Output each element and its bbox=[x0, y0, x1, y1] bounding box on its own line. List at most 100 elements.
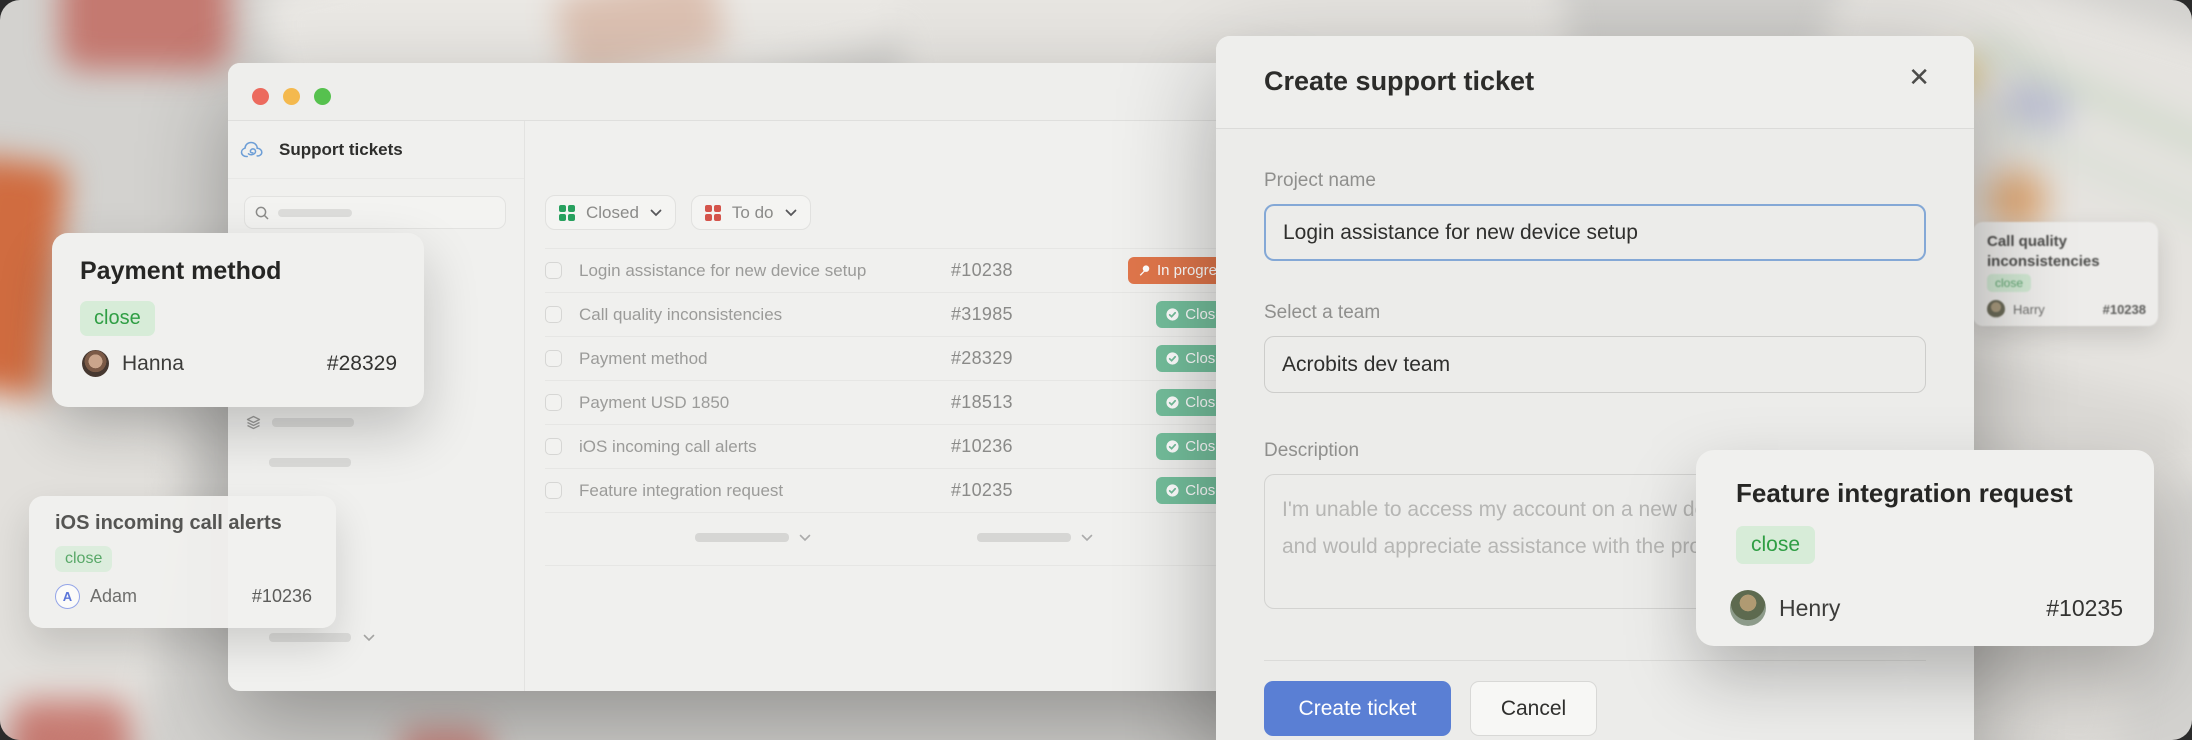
app-header: Support tickets bbox=[228, 121, 524, 179]
row-checkbox[interactable] bbox=[545, 482, 562, 499]
create-ticket-button[interactable]: Create ticket bbox=[1264, 681, 1451, 736]
page-select[interactable] bbox=[977, 533, 1093, 542]
card-footer: Hanna #28329 bbox=[82, 350, 397, 377]
ticket-card-call-quality: Call quality inconsistencies close Harry… bbox=[1973, 222, 2158, 326]
modal-footer: Create ticket Cancel bbox=[1216, 661, 1974, 736]
page-title: Support tickets bbox=[279, 140, 403, 160]
row-checkbox[interactable] bbox=[545, 262, 562, 279]
window-titlebar bbox=[228, 63, 1292, 121]
minimize-window-button[interactable] bbox=[283, 88, 300, 105]
check-circle-icon bbox=[1166, 352, 1179, 365]
ticket-id: #10236 bbox=[252, 586, 312, 607]
pin-icon bbox=[1138, 264, 1151, 277]
ticket-title: Payment USD 1850 bbox=[579, 393, 951, 413]
card-title: Feature integration request bbox=[1736, 478, 2073, 509]
table-row[interactable]: Feature integration request #10235 Close… bbox=[545, 468, 1242, 512]
row-checkbox[interactable] bbox=[545, 306, 562, 323]
ticket-id: #10238 bbox=[951, 260, 1071, 281]
table-row[interactable]: iOS incoming call alerts #10236 Closed bbox=[545, 424, 1242, 468]
filter-label: Closed bbox=[586, 203, 639, 223]
close-tag: close bbox=[80, 301, 155, 336]
check-circle-icon bbox=[1166, 308, 1179, 321]
zoom-window-button[interactable] bbox=[314, 88, 331, 105]
footer-divider bbox=[1264, 660, 1926, 661]
row-checkbox[interactable] bbox=[545, 394, 562, 411]
chevron-down-icon bbox=[650, 209, 662, 217]
skeleton-bar bbox=[278, 209, 352, 217]
avatar-letter: A bbox=[55, 584, 80, 609]
team-value: Acrobits dev team bbox=[1282, 353, 1450, 377]
table-row[interactable]: Login assistance for new device setup #1… bbox=[545, 248, 1242, 292]
ticket-card-ios-alerts: iOS incoming call alerts close A Adam #1… bbox=[29, 496, 336, 628]
avatar bbox=[1730, 590, 1766, 626]
sidebar-item-layers[interactable] bbox=[246, 415, 354, 430]
card-title: Call quality inconsistencies bbox=[1987, 232, 2107, 272]
user-name: Harry bbox=[2013, 302, 2045, 317]
ticket-id: #10236 bbox=[951, 436, 1071, 457]
ticket-id: #28329 bbox=[327, 352, 397, 376]
ticket-list-panel: Closed To do Login assistance for new de… bbox=[525, 121, 1292, 691]
filter-button-todo[interactable]: To do bbox=[692, 196, 810, 229]
ticket-table: Login assistance for new device setup #1… bbox=[545, 248, 1242, 566]
check-circle-icon bbox=[1166, 484, 1179, 497]
table-footer bbox=[545, 512, 1242, 566]
row-checkbox[interactable] bbox=[545, 350, 562, 367]
chevron-down-icon bbox=[799, 534, 811, 542]
card-footer: Harry #10238 bbox=[1987, 300, 2146, 318]
ticket-id: #10238 bbox=[2103, 302, 2146, 317]
team-select[interactable]: Acrobits dev team bbox=[1264, 336, 1926, 393]
sidebar-collapsed-section[interactable] bbox=[269, 633, 375, 642]
ticket-id: #28329 bbox=[951, 348, 1071, 369]
ticket-id: #31985 bbox=[951, 304, 1071, 325]
card-footer: A Adam #10236 bbox=[55, 584, 312, 609]
user-name: Hanna bbox=[122, 352, 184, 376]
table-row[interactable]: Call quality inconsistencies #31985 Clos… bbox=[545, 292, 1242, 336]
table-row[interactable]: Payment USD 1850 #18513 Closed bbox=[545, 380, 1242, 424]
check-circle-icon bbox=[1166, 396, 1179, 409]
check-circle-icon bbox=[1166, 440, 1179, 453]
skeleton-bar bbox=[269, 458, 351, 467]
filter-bar: Closed To do bbox=[546, 196, 810, 229]
ticket-title: Login assistance for new device setup bbox=[579, 261, 951, 281]
ticket-id: #10235 bbox=[951, 480, 1071, 501]
card-title: Payment method bbox=[80, 257, 281, 286]
sidebar-subitem[interactable] bbox=[269, 458, 351, 467]
chevron-down-icon bbox=[1081, 534, 1093, 542]
skeleton-bar bbox=[695, 533, 789, 542]
avatar bbox=[1987, 300, 2005, 318]
ticket-card-feature-request: Feature integration request close Henry … bbox=[1696, 450, 2154, 646]
modal-title: Create support ticket bbox=[1264, 66, 1534, 97]
close-icon[interactable]: ✕ bbox=[1908, 64, 1930, 90]
ticket-id: #18513 bbox=[951, 392, 1071, 413]
skeleton-bar bbox=[977, 533, 1071, 542]
cancel-button[interactable]: Cancel bbox=[1470, 681, 1597, 736]
modal-header: Create support ticket ✕ bbox=[1216, 36, 1974, 129]
close-tag: close bbox=[55, 546, 112, 572]
status-grid-icon-green bbox=[559, 205, 575, 221]
description-placeholder: I'm unable to access my account on a new… bbox=[1282, 498, 1750, 558]
project-name-input[interactable] bbox=[1264, 204, 1926, 261]
skeleton-bar bbox=[272, 418, 354, 427]
layers-icon bbox=[246, 415, 261, 430]
app-logo-cloud-icon bbox=[240, 139, 264, 160]
rows-per-page-select[interactable] bbox=[695, 533, 811, 542]
row-checkbox[interactable] bbox=[545, 438, 562, 455]
filter-button-closed[interactable]: Closed bbox=[546, 196, 675, 229]
avatar bbox=[82, 350, 109, 377]
close-tag: close bbox=[1987, 274, 2031, 292]
user-name: Adam bbox=[90, 586, 137, 607]
ticket-title: Payment method bbox=[579, 349, 951, 369]
chevron-down-icon bbox=[363, 634, 375, 642]
card-title: iOS incoming call alerts bbox=[55, 512, 282, 535]
close-window-button[interactable] bbox=[252, 88, 269, 105]
chevron-down-icon bbox=[785, 209, 797, 217]
table-row[interactable]: Payment method #28329 Closed bbox=[545, 336, 1242, 380]
ticket-title: Feature integration request bbox=[579, 481, 951, 501]
search-icon bbox=[255, 206, 269, 220]
user-name: Henry bbox=[1779, 595, 1840, 622]
screenshot-canvas: Call quality inconsistencies close Harry… bbox=[0, 0, 2192, 740]
search-input[interactable] bbox=[244, 196, 506, 229]
status-grid-icon-red bbox=[705, 205, 721, 221]
project-name-label: Project name bbox=[1264, 129, 1926, 192]
filter-label: To do bbox=[732, 203, 774, 223]
